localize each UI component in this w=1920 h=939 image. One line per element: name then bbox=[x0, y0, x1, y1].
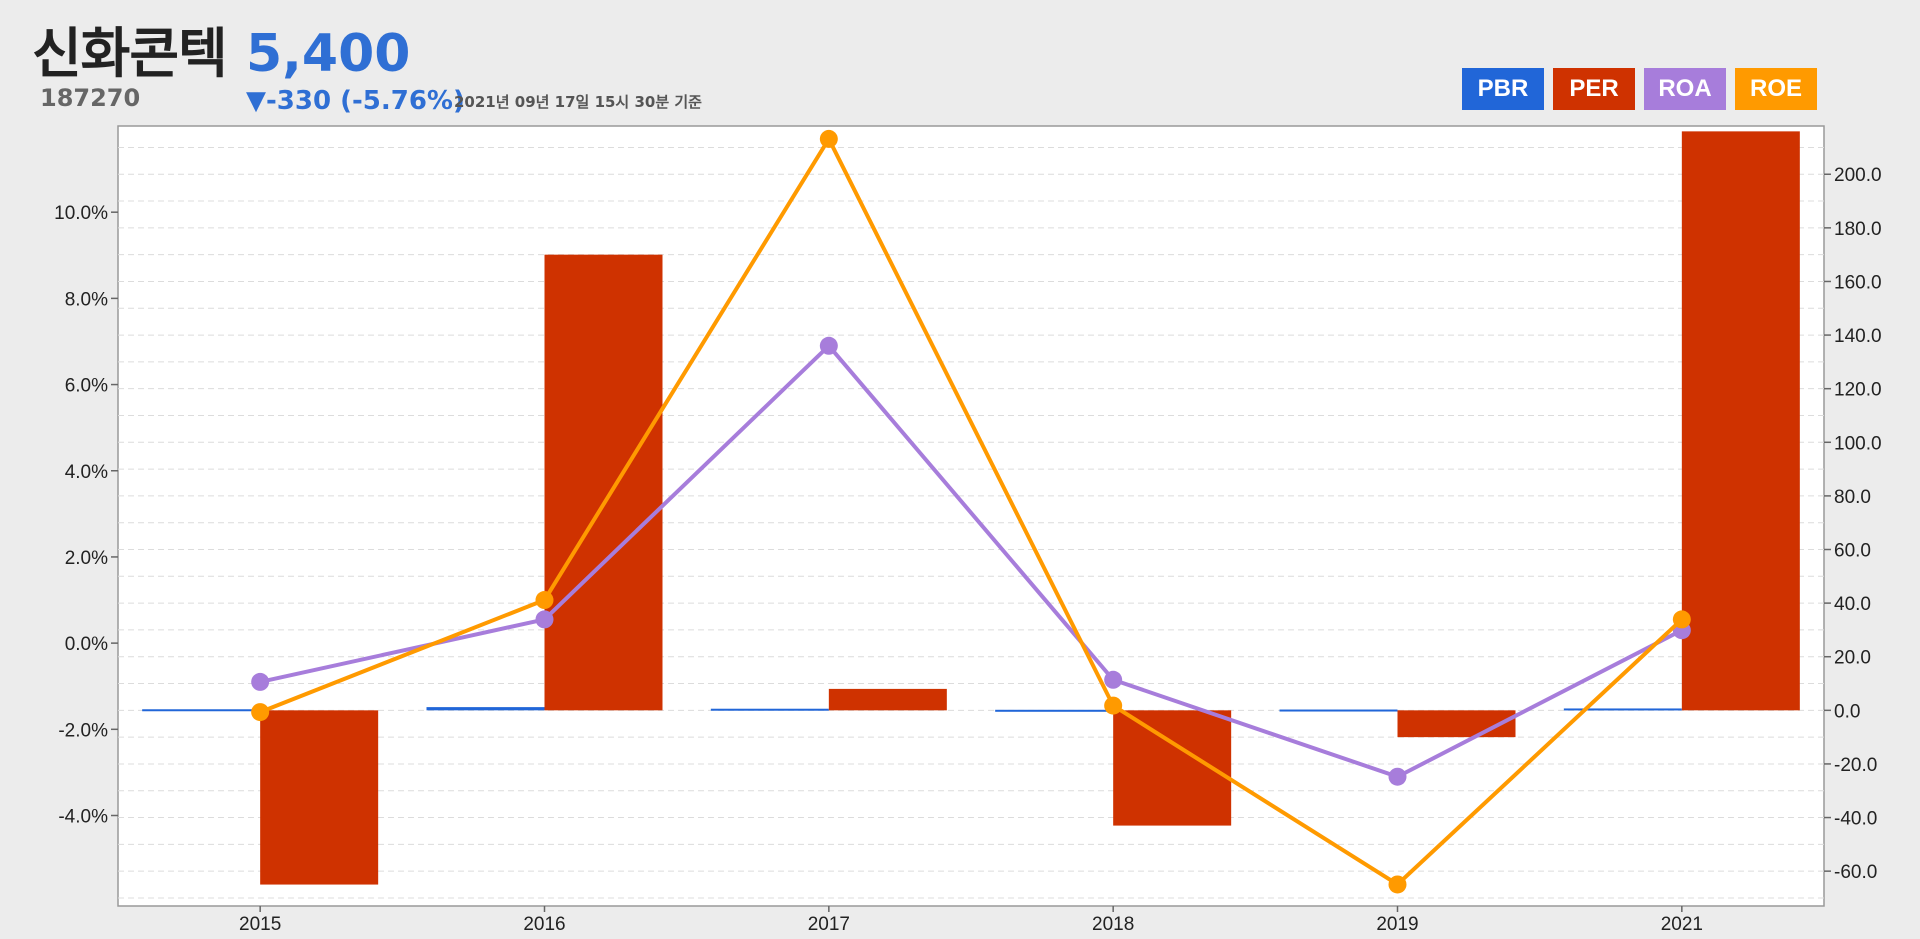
right-tick-label: 20.0 bbox=[1834, 648, 1871, 669]
right-tick-label: 40.0 bbox=[1834, 594, 1871, 615]
point-roa bbox=[251, 672, 270, 691]
bar-pbr bbox=[1563, 708, 1682, 711]
point-roe bbox=[1104, 696, 1123, 715]
bar-per bbox=[260, 710, 379, 885]
bar-pbr bbox=[426, 707, 545, 711]
bar-per bbox=[1681, 131, 1800, 711]
left-tick-label: 4.0% bbox=[65, 462, 108, 483]
point-roe bbox=[1388, 875, 1407, 894]
bar-per bbox=[828, 688, 947, 711]
bar-pbr bbox=[142, 709, 261, 712]
x-tick-label: 2015 bbox=[239, 914, 281, 935]
bar-pbr bbox=[710, 708, 829, 711]
x-tick-label: 2016 bbox=[523, 914, 565, 935]
left-tick-label: 6.0% bbox=[65, 376, 108, 397]
point-roe bbox=[1672, 610, 1691, 629]
left-tick-label: 0.0% bbox=[65, 634, 108, 655]
right-tick-label: 120.0 bbox=[1834, 380, 1882, 401]
bar-per bbox=[544, 254, 663, 711]
x-tick-label: 2021 bbox=[1661, 914, 1703, 935]
right-tick-label: -40.0 bbox=[1834, 809, 1877, 830]
right-tick-label: 180.0 bbox=[1834, 219, 1882, 240]
point-roa bbox=[535, 610, 554, 629]
point-roa bbox=[819, 336, 838, 355]
right-tick-label: 80.0 bbox=[1834, 487, 1871, 508]
right-tick-label: 140.0 bbox=[1834, 326, 1882, 347]
right-tick-label: 100.0 bbox=[1834, 433, 1882, 454]
point-roe bbox=[535, 591, 554, 610]
x-tick-label: 2017 bbox=[808, 914, 850, 935]
left-tick-label: 10.0% bbox=[54, 203, 108, 224]
right-tick-label: 0.0 bbox=[1834, 701, 1860, 722]
left-tick-label: -4.0% bbox=[58, 807, 108, 828]
x-tick-label: 2018 bbox=[1092, 914, 1134, 935]
right-tick-label: 60.0 bbox=[1834, 541, 1871, 562]
bar-pbr bbox=[995, 709, 1114, 712]
point-roa bbox=[1388, 767, 1407, 786]
chart-svg: 10.0% 8.0% 6.0% 4.0% 2.0% 0.0% -2.0% -4.0% 200.0… bbox=[54, 125, 1882, 935]
point-roe bbox=[251, 703, 270, 722]
left-tick-label: -2.0% bbox=[58, 720, 108, 741]
left-tick-label: 8.0% bbox=[65, 289, 108, 310]
left-tick-label: 2.0% bbox=[65, 548, 108, 569]
point-roe bbox=[819, 129, 838, 148]
right-tick-label: -20.0 bbox=[1834, 755, 1877, 776]
right-tick-label: 200.0 bbox=[1834, 165, 1882, 186]
right-tick-label: 160.0 bbox=[1834, 272, 1882, 293]
point-roa bbox=[1104, 670, 1123, 689]
bar-pbr bbox=[1279, 709, 1398, 712]
x-tick-label: 2019 bbox=[1376, 914, 1418, 935]
right-tick-label: -60.0 bbox=[1834, 862, 1877, 883]
